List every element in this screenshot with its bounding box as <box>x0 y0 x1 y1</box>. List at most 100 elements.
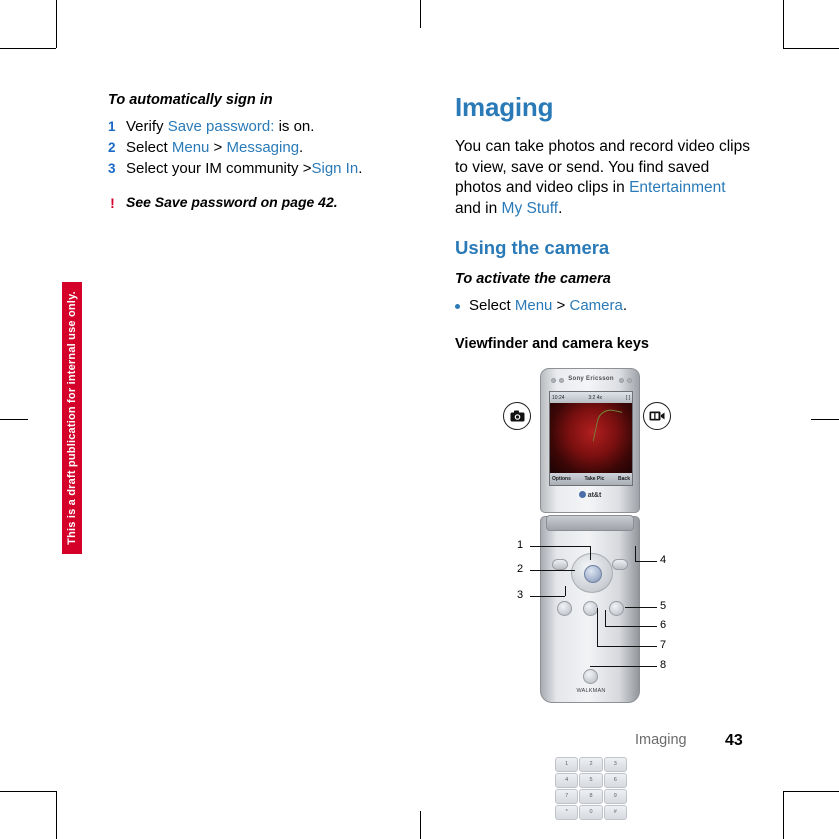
phone-screen: 10:24 3:2 4x [ ] Options Take Pic Back <box>549 391 633 486</box>
inline-link[interactable]: Camera <box>570 297 623 314</box>
softkey-left-label: Options <box>552 476 571 482</box>
keypad-key: 7 <box>555 789 579 804</box>
phone-hinge <box>546 515 634 531</box>
screen-softkey-bar: Options Take Pic Back <box>550 473 632 485</box>
leader-line-1-v <box>590 546 591 560</box>
inline-text: is on. <box>274 118 315 135</box>
activity-menu-key <box>583 601 598 616</box>
softkey-mid-label: Take Pic <box>584 476 605 482</box>
crop-mark-top-left-v <box>56 0 57 48</box>
callout-label-8: 8 <box>660 659 667 671</box>
leader-line-7-v <box>597 608 598 646</box>
crop-mark-top-center <box>420 0 421 28</box>
softkey-right-label: Back <box>618 476 630 482</box>
draft-banner-text: This is a draft publication for internal… <box>66 291 79 545</box>
inline-text: and in <box>455 199 502 217</box>
note-callout: ! See Save password on page 42. <box>108 193 408 212</box>
inline-link[interactable]: Entertainment <box>629 179 726 196</box>
callout-label-1: 1 <box>517 539 524 551</box>
footer-label: Imaging <box>635 732 687 748</box>
list-item: 3 Select your IM community >Sign In. <box>108 159 408 179</box>
leader-line-3 <box>530 596 565 597</box>
inline-link[interactable]: Sign In <box>311 160 358 177</box>
bullet-text: Select Menu > Camera. <box>469 297 627 314</box>
callout-label-2: 2 <box>517 563 524 575</box>
status-mid-text: 3:2 4x <box>588 394 602 401</box>
inline-text: . <box>622 297 628 314</box>
keypad-key: 4 <box>555 773 579 788</box>
status-right-text: [ ] <box>625 394 630 401</box>
callout-label-3: 3 <box>517 589 524 601</box>
selection-key <box>584 565 602 583</box>
list-item: 1 Verify Save password: is on. <box>108 117 408 137</box>
page-title: Imaging <box>455 92 554 122</box>
screen-status-bar: 10:24 3:2 4x [ ] <box>550 392 632 403</box>
keypad-key: # <box>603 805 627 820</box>
carrier-text: at&t <box>587 492 602 499</box>
left-column: To automatically sign in 1 Verify Save pa… <box>108 92 408 212</box>
keypad-key: 8 <box>579 789 603 804</box>
list-item: 2 Select Menu > Messaging. <box>108 138 408 158</box>
cherry-stem-decoration <box>592 406 623 447</box>
inline-link[interactable]: Menu <box>172 139 210 156</box>
callout-label-5: 5 <box>660 600 667 612</box>
phone-upper-section: Sony Ericsson 10:24 3:2 4x [ ] Options T… <box>540 368 640 513</box>
right-selection-key <box>612 559 628 570</box>
crop-mark-bottom-center <box>420 811 421 839</box>
callout-label-7: 7 <box>660 639 667 651</box>
callout-label-6: 6 <box>660 619 667 631</box>
inline-link[interactable]: Save password: <box>168 118 275 135</box>
walkman-logo: WALKMAN <box>576 688 606 694</box>
leader-line-7 <box>597 646 657 647</box>
back-key <box>557 601 572 616</box>
inline-text: Select <box>126 139 172 156</box>
bullet-dot-icon <box>455 304 460 309</box>
left-selection-key <box>552 559 568 570</box>
section-heading: Using the camera <box>455 237 610 258</box>
step-number: 3 <box>108 161 116 176</box>
crop-mark-bottom-right-h <box>783 791 839 792</box>
keypad-key: 2 <box>579 757 603 772</box>
crop-mark-bottom-left-v <box>56 791 57 839</box>
phone-lower-section: 1 2 3 4 5 6 7 8 9 * 0 # WALKMAN <box>540 515 640 820</box>
keypad-key: 9 <box>603 789 627 804</box>
inline-text: > <box>209 139 227 156</box>
step-number: 1 <box>108 119 116 134</box>
inline-link[interactable]: My Stuff <box>502 200 559 217</box>
inline-text: Verify <box>126 118 168 135</box>
intro-paragraph: You can take photos and record video cli… <box>455 137 755 219</box>
inline-text: . <box>358 160 363 177</box>
figure-caption: Viewfinder and camera keys <box>455 336 649 352</box>
leader-line-5 <box>625 607 657 608</box>
phone-illustration: Sony Ericsson 10:24 3:2 4x [ ] Options T… <box>455 358 755 820</box>
note-text: See Save password on page 42. <box>126 194 338 210</box>
inline-text: Select <box>469 297 515 314</box>
crop-mark-bottom-right-v <box>783 791 784 839</box>
crop-mark-left-center <box>0 419 28 420</box>
right-column: Imaging You can take photos and record v… <box>455 92 755 352</box>
crop-mark-top-right-v <box>783 0 784 48</box>
end-key <box>583 669 598 684</box>
carrier-globe-icon <box>578 491 586 498</box>
leader-line-4-v <box>635 546 636 561</box>
leader-line-6-v <box>605 610 606 626</box>
viewfinder-image <box>550 403 632 473</box>
callout-label-4: 4 <box>660 554 667 566</box>
status-left-text: 10:24 <box>552 394 565 401</box>
inline-link[interactable]: Messaging <box>227 139 300 156</box>
inline-text: . <box>558 199 563 217</box>
exclamation-icon: ! <box>110 195 115 211</box>
keypad-key: 1 <box>555 757 579 772</box>
draft-banner: This is a draft publication for internal… <box>62 282 82 554</box>
crop-mark-right-center <box>811 419 839 420</box>
page-number: 43 <box>725 732 743 749</box>
crop-mark-top-left-h <box>0 48 56 49</box>
keypad-key: 6 <box>603 773 627 788</box>
left-heading: To automatically sign in <box>108 92 273 108</box>
inline-text: . <box>299 139 304 156</box>
sub-heading: To activate the camera <box>455 271 611 287</box>
keypad-key: 3 <box>603 757 627 772</box>
crop-mark-bottom-left-h <box>0 791 56 792</box>
inline-link[interactable]: Menu <box>515 297 553 314</box>
navigation-key <box>571 553 613 593</box>
